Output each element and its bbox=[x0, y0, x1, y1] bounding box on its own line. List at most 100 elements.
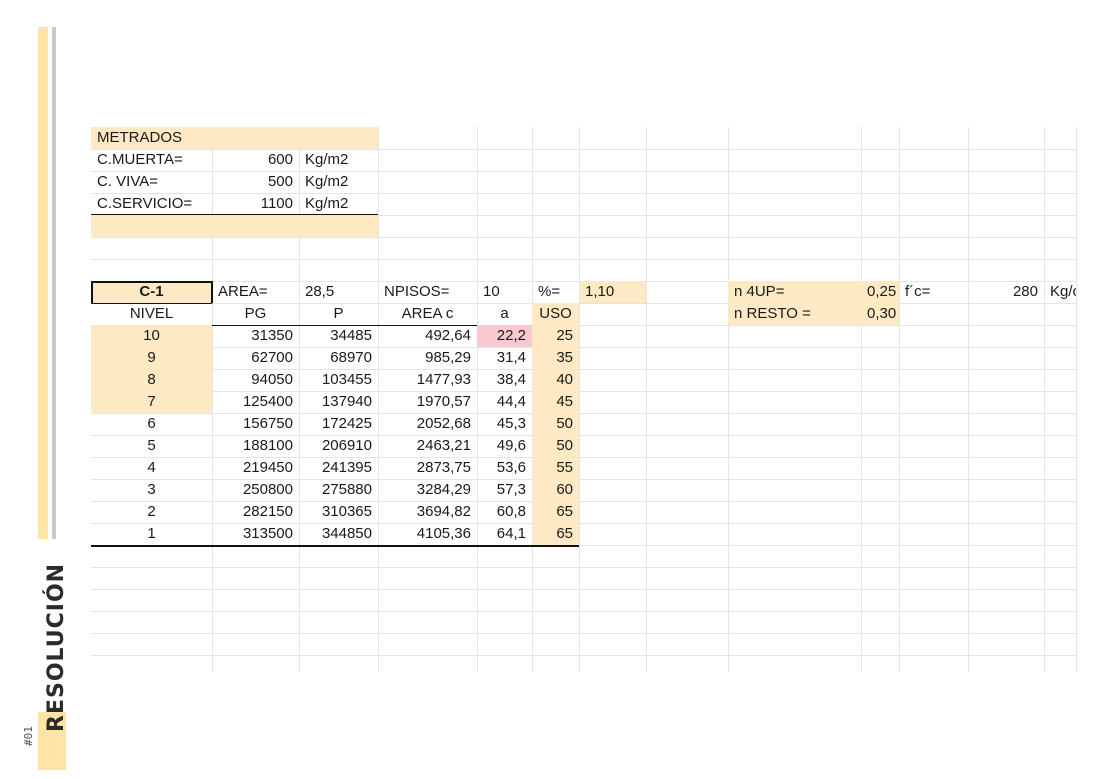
table-cell: 241395 bbox=[321, 459, 372, 476]
table-cell: 64,1 bbox=[496, 525, 526, 542]
table-cell: 62700 bbox=[251, 349, 293, 366]
table-cell: 44,4 bbox=[496, 393, 526, 410]
table-header: AREA c bbox=[401, 305, 454, 322]
spreadsheet: METRADOS C.MUERTA= 600 Kg/m2 C. VIVA= 500 Kg/m… bbox=[91, 127, 1077, 672]
metrados-unit: Kg/m2 bbox=[305, 195, 349, 212]
pct-value: 1,10 bbox=[585, 283, 615, 300]
metrados-value: 600 bbox=[267, 151, 293, 168]
area-value: 28,5 bbox=[305, 283, 335, 300]
table-cell: 34485 bbox=[330, 327, 372, 344]
table-cell: 103455 bbox=[321, 371, 372, 388]
table-cell: 2 bbox=[147, 503, 156, 520]
table-cell: 4 bbox=[147, 459, 156, 476]
table-cell: 2052,68 bbox=[416, 415, 471, 432]
column-id: C-1 bbox=[139, 283, 164, 300]
npisos-value: 10 bbox=[483, 283, 500, 300]
table-cell: 492,64 bbox=[425, 327, 471, 344]
area-label: AREA= bbox=[218, 283, 268, 300]
grid-row-line bbox=[91, 633, 1076, 634]
decorative-yellow-bar bbox=[38, 27, 48, 539]
grid-row-line bbox=[91, 237, 1076, 238]
grid-row-line bbox=[91, 259, 1076, 260]
nresto-label: n RESTO = bbox=[734, 305, 811, 322]
table-cell: 38,4 bbox=[496, 371, 526, 388]
table-header: USO bbox=[539, 305, 572, 322]
pct-label: %= bbox=[538, 283, 561, 300]
table-cell: 206910 bbox=[321, 437, 372, 454]
grid-row-line bbox=[91, 611, 1076, 612]
metrados-label: C.MUERTA= bbox=[97, 151, 183, 168]
table-cell: 1 bbox=[147, 525, 156, 542]
table-cell: 9 bbox=[147, 349, 156, 366]
table-cell: 40 bbox=[556, 371, 573, 388]
table-cell: 282150 bbox=[242, 503, 293, 520]
cell-highlight bbox=[91, 215, 378, 237]
grid-row-line bbox=[91, 655, 1076, 656]
metrados-unit: Kg/m2 bbox=[305, 173, 349, 190]
table-cell: 156750 bbox=[242, 415, 293, 432]
table-cell: 3284,29 bbox=[416, 481, 471, 498]
grid-column-line bbox=[861, 127, 862, 672]
table-cell: 7 bbox=[147, 393, 156, 410]
table-cell: 22,2 bbox=[496, 327, 526, 344]
grid-column-line bbox=[1076, 127, 1077, 672]
table-cell: 275880 bbox=[321, 481, 372, 498]
grid-column-line bbox=[899, 127, 900, 672]
table-cell: 31,4 bbox=[496, 349, 526, 366]
table-cell: 55 bbox=[556, 459, 573, 476]
table-cell: 8 bbox=[147, 371, 156, 388]
fc-unit: Kg/cm2 bbox=[1050, 283, 1076, 300]
section-number: #01 bbox=[22, 726, 35, 746]
table-cell: 2873,75 bbox=[416, 459, 471, 476]
table-cell: 45 bbox=[556, 393, 573, 410]
table-cell: 60 bbox=[556, 481, 573, 498]
table-cell: 3 bbox=[147, 481, 156, 498]
table-cell: 5 bbox=[147, 437, 156, 454]
table-cell: 65 bbox=[556, 525, 573, 542]
table-cell: 137940 bbox=[321, 393, 372, 410]
fc-value: 280 bbox=[1012, 283, 1038, 300]
metrados-title: METRADOS bbox=[97, 129, 183, 146]
metrados-value: 1100 bbox=[260, 195, 293, 212]
table-header: a bbox=[500, 305, 509, 322]
table-cell: 53,6 bbox=[496, 459, 526, 476]
table-header: NIVEL bbox=[129, 305, 174, 322]
table-cell: 65 bbox=[556, 503, 573, 520]
grid-row-line bbox=[91, 589, 1076, 590]
table-cell: 49,6 bbox=[496, 437, 526, 454]
metrados-label: C.SERVICIO= bbox=[97, 195, 193, 212]
table-cell: 188100 bbox=[242, 437, 293, 454]
fc-label: f´c= bbox=[905, 283, 931, 300]
table-cell: 1477,93 bbox=[416, 371, 471, 388]
cell-border bbox=[91, 545, 579, 547]
table-cell: 172425 bbox=[321, 415, 372, 432]
table-cell: 2463,21 bbox=[416, 437, 471, 454]
table-cell: 50 bbox=[556, 437, 573, 454]
n4up-label: n 4UP= bbox=[734, 283, 785, 300]
table-cell: 985,29 bbox=[425, 349, 471, 366]
table-cell: 10 bbox=[143, 327, 160, 344]
grid-column-line bbox=[728, 127, 729, 672]
table-cell: 125400 bbox=[242, 393, 293, 410]
nresto-value: 0,30 bbox=[867, 305, 897, 322]
table-cell: 35 bbox=[556, 349, 573, 366]
table-cell: 60,8 bbox=[496, 503, 526, 520]
grid-column-line bbox=[1044, 127, 1045, 672]
grid-column-line bbox=[968, 127, 969, 672]
metrados-value: 500 bbox=[267, 173, 293, 190]
table-cell: 313500 bbox=[242, 525, 293, 542]
table-cell: 50 bbox=[556, 415, 573, 432]
table-cell: 45,3 bbox=[496, 415, 526, 432]
table-cell: 4105,36 bbox=[416, 525, 471, 542]
table-cell: 68970 bbox=[330, 349, 372, 366]
decorative-gray-bar bbox=[52, 27, 56, 539]
n4up-value: 0,25 bbox=[867, 283, 897, 300]
table-cell: 6 bbox=[147, 415, 156, 432]
table-header: PG bbox=[244, 305, 267, 322]
grid-column-line bbox=[646, 127, 647, 672]
table-cell: 1970,57 bbox=[416, 393, 471, 410]
table-header: P bbox=[333, 305, 344, 322]
table-cell: 310365 bbox=[321, 503, 372, 520]
table-cell: 31350 bbox=[251, 327, 293, 344]
grid-column-line bbox=[579, 127, 580, 672]
